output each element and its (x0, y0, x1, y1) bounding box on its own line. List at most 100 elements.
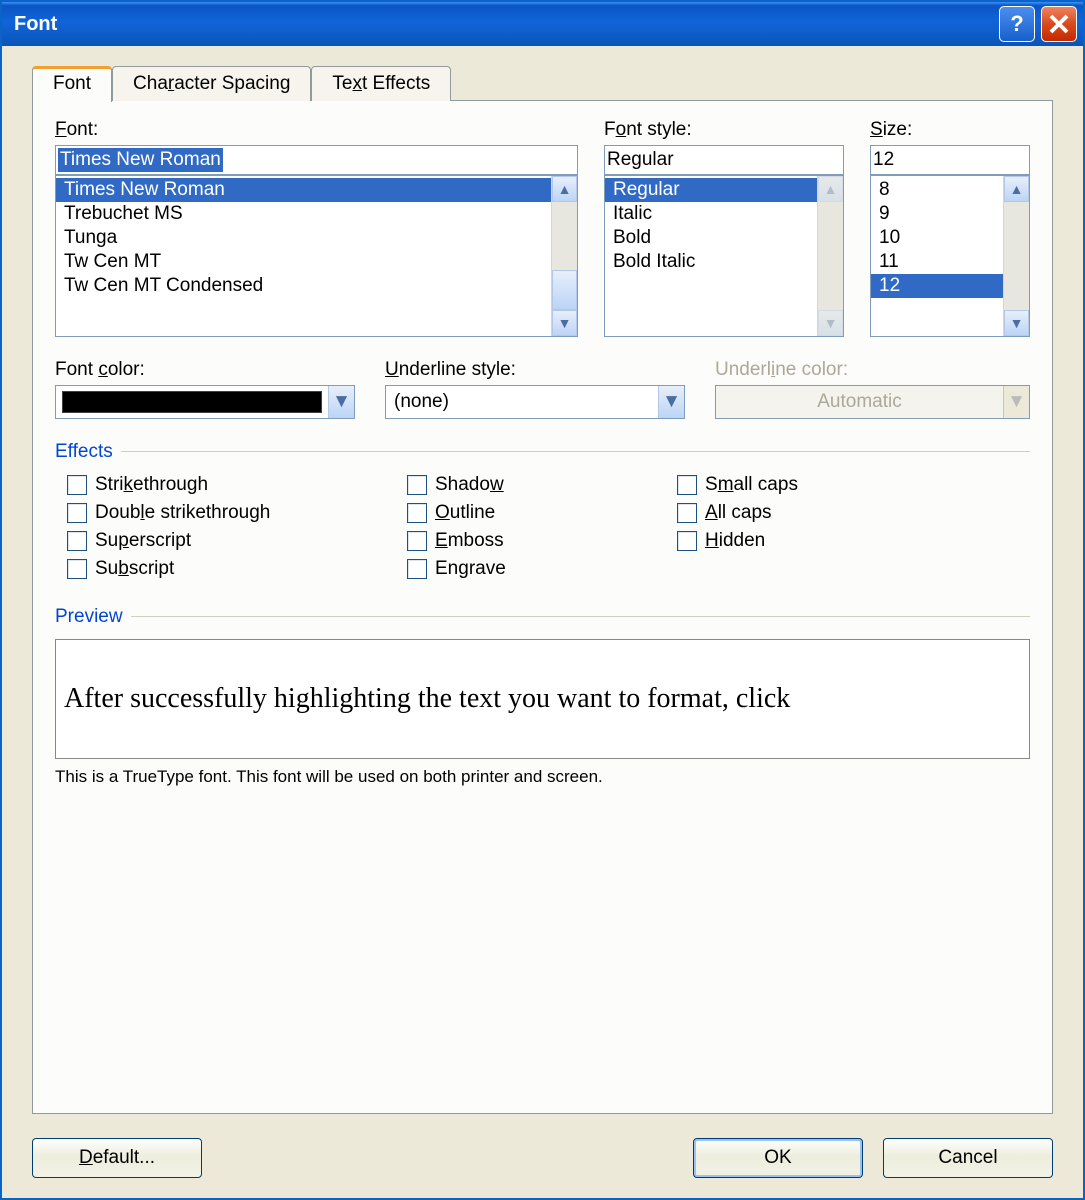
checkbox-emboss[interactable]: Emboss (407, 530, 637, 552)
font-style-label: Font style: (604, 119, 844, 141)
chevron-down-icon: ▼ (1003, 386, 1029, 418)
checkbox-label: Outline (435, 502, 495, 524)
tab-font[interactable]: Font (32, 66, 112, 102)
font-listbox[interactable]: Times New Roman Trebuchet MS Tunga Tw Ce… (55, 175, 578, 337)
size-label: Size: (870, 119, 1030, 141)
checkbox-small-caps[interactable]: Small caps (677, 474, 798, 496)
underline-style-value: (none) (386, 388, 658, 416)
font-color-label: Font color: (55, 359, 355, 381)
cancel-button[interactable]: Cancel (883, 1138, 1053, 1178)
ok-cancel-group: OK Cancel (693, 1138, 1053, 1178)
size-list-items: 8 9 10 11 12 (871, 176, 1003, 336)
default-button[interactable]: Default... (32, 1138, 202, 1178)
checkbox-engrave[interactable]: Engrave (407, 558, 637, 580)
cancel-button-label: Cancel (938, 1147, 997, 1169)
list-item[interactable]: Italic (605, 202, 817, 226)
mid-row: Font color: ▼ Underline style: (none) ▼ … (55, 359, 1030, 419)
underline-style-label: Underline style: (385, 359, 685, 381)
tab-effects-label: Text Effects (332, 73, 430, 94)
help-icon: ? (1010, 11, 1023, 37)
font-input-value: Times New Roman (58, 148, 223, 172)
chevron-down-icon[interactable]: ▼ (328, 386, 354, 418)
scroll-down-icon[interactable]: ▼ (552, 310, 577, 336)
titlebar-controls: ? (999, 6, 1077, 42)
checkbox-all-caps[interactable]: All caps (677, 502, 798, 524)
effects-col-2: Shadow Outline Emboss Engrave (407, 474, 637, 580)
tab-character-spacing[interactable]: Character Spacing (112, 66, 311, 101)
checkbox-label: Strikethrough (95, 474, 208, 496)
ok-button-label: OK (764, 1147, 791, 1169)
checkbox-label: Small caps (705, 474, 798, 496)
preview-border: After successfully highlighting the text… (55, 616, 1030, 787)
font-style-input[interactable]: Regular (604, 145, 844, 175)
checkbox-strikethrough[interactable]: Strikethrough (67, 474, 367, 496)
font-color-combo[interactable]: ▼ (55, 385, 355, 419)
checkbox-label: Double strikethrough (95, 502, 270, 524)
font-color-col: Font color: ▼ (55, 359, 355, 419)
font-style-listbox[interactable]: Regular Italic Bold Bold Italic ▲ ▼ (604, 175, 844, 337)
help-button[interactable]: ? (999, 6, 1035, 42)
close-button[interactable] (1041, 6, 1077, 42)
font-list-items: Times New Roman Trebuchet MS Tunga Tw Ce… (56, 176, 551, 336)
list-item[interactable]: Bold Italic (605, 250, 817, 274)
scroll-up-icon[interactable]: ▲ (552, 176, 577, 202)
scroll-track[interactable] (552, 202, 577, 310)
default-button-label: Default... (79, 1147, 155, 1169)
size-listbox[interactable]: 8 9 10 11 12 ▲ ▼ (870, 175, 1030, 337)
scroll-down-icon[interactable]: ▼ (1004, 310, 1029, 336)
list-item[interactable]: Trebuchet MS (56, 202, 551, 226)
tab-spacing-label: Character Spacing (133, 73, 290, 94)
list-item[interactable]: 8 (871, 178, 1003, 202)
checkbox-icon (67, 503, 87, 523)
size-scrollbar[interactable]: ▲ ▼ (1003, 176, 1029, 336)
checkbox-icon (407, 503, 427, 523)
underline-style-col: Underline style: (none) ▼ (385, 359, 685, 419)
effects-border: Strikethrough Double strikethrough Super… (55, 451, 1030, 580)
checkbox-label: Shadow (435, 474, 504, 496)
list-item[interactable]: Regular (605, 178, 817, 202)
checkbox-shadow[interactable]: Shadow (407, 474, 637, 496)
effects-col-3: Small caps All caps Hidden (677, 474, 798, 580)
checkbox-subscript[interactable]: Subscript (67, 558, 367, 580)
font-scrollbar[interactable]: ▲ ▼ (551, 176, 577, 336)
effects-group: Effects Strikethrough Double strikethrou… (55, 441, 1030, 580)
scroll-track (818, 202, 843, 310)
checkbox-icon (407, 559, 427, 579)
list-item[interactable]: 12 (871, 274, 1003, 298)
list-item[interactable]: Tunga (56, 226, 551, 250)
list-item[interactable]: Times New Roman (56, 178, 551, 202)
font-column: Font: Times New Roman Times New Roman Tr… (55, 119, 578, 337)
list-item[interactable]: Tw Cen MT (56, 250, 551, 274)
scroll-thumb[interactable] (552, 270, 577, 310)
effects-col-1: Strikethrough Double strikethrough Super… (67, 474, 367, 580)
checkbox-hidden[interactable]: Hidden (677, 530, 798, 552)
ok-button[interactable]: OK (693, 1138, 863, 1178)
list-item[interactable]: Bold (605, 226, 817, 250)
font-style-value: Regular (607, 149, 674, 171)
underline-color-value: Automatic (716, 388, 1003, 416)
scroll-track[interactable] (1004, 202, 1029, 310)
scroll-up-icon[interactable]: ▲ (1004, 176, 1029, 202)
size-column: Size: 12 8 9 10 11 12 ▲ (870, 119, 1030, 337)
preview-note: This is a TrueType font. This font will … (55, 767, 1030, 787)
underline-style-combo[interactable]: (none) ▼ (385, 385, 685, 419)
chevron-down-icon[interactable]: ▼ (658, 386, 684, 418)
checkbox-icon (677, 475, 697, 495)
list-item[interactable]: 11 (871, 250, 1003, 274)
checkbox-double-strikethrough[interactable]: Double strikethrough (67, 502, 367, 524)
window-title: Font (14, 13, 57, 36)
list-item[interactable]: 9 (871, 202, 1003, 226)
checkbox-label: Engrave (435, 558, 506, 580)
font-input[interactable]: Times New Roman (55, 145, 578, 175)
size-input[interactable]: 12 (870, 145, 1030, 175)
size-value: 12 (873, 149, 894, 171)
list-item[interactable]: 10 (871, 226, 1003, 250)
font-label: Font: (55, 119, 578, 141)
close-icon (1049, 14, 1069, 34)
tab-text-effects[interactable]: Text Effects (311, 66, 451, 101)
checkbox-icon (407, 475, 427, 495)
list-item[interactable]: Tw Cen MT Condensed (56, 274, 551, 298)
underline-color-label: Underline color: (715, 359, 1030, 381)
checkbox-outline[interactable]: Outline (407, 502, 637, 524)
checkbox-superscript[interactable]: Superscript (67, 530, 367, 552)
